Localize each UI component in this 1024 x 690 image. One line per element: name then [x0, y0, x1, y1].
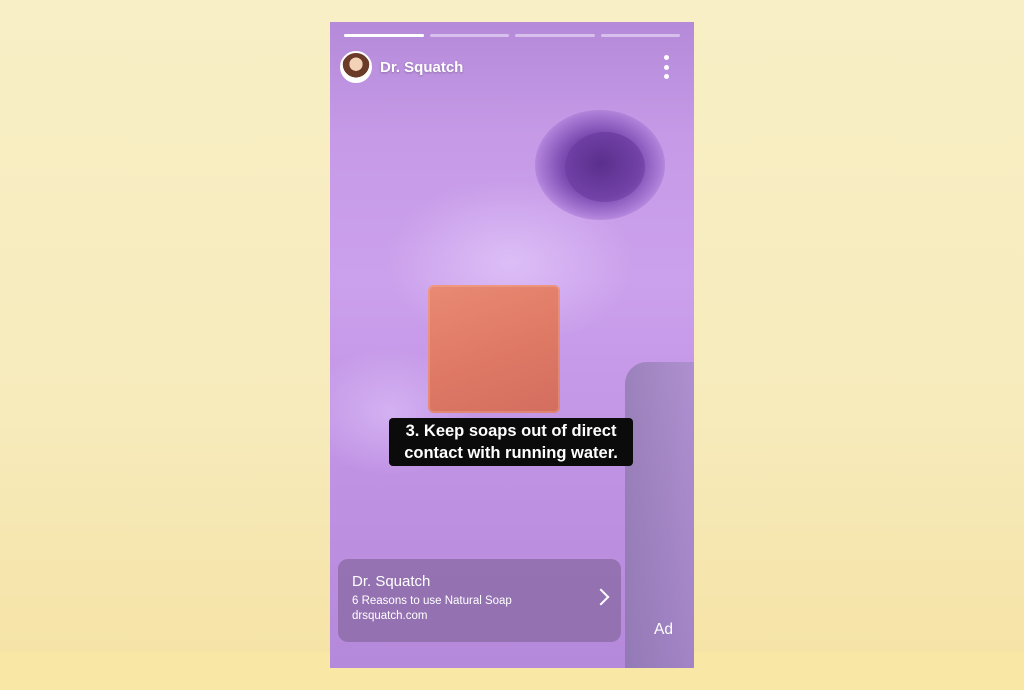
- story-header: Dr. Squatch: [340, 49, 684, 85]
- more-options-icon[interactable]: [660, 55, 672, 79]
- cta-title: Dr. Squatch: [352, 573, 431, 590]
- brand-name[interactable]: Dr. Squatch: [380, 59, 463, 76]
- cta-subtitle: 6 Reasons to use Natural Soap: [352, 595, 512, 607]
- video-caption: 3. Keep soaps out of direct contact with…: [389, 418, 633, 466]
- caption-line-2: contact with running water.: [404, 444, 618, 462]
- ad-cta-card[interactable]: Dr. Squatch 6 Reasons to use Natural Soa…: [338, 559, 621, 642]
- story-viewer[interactable]: Dr. Squatch 3. Keep soaps out of direct …: [330, 22, 694, 668]
- story-progress-bar: [344, 34, 680, 37]
- drain-center: [565, 132, 645, 202]
- brand-avatar[interactable]: [340, 51, 372, 83]
- progress-segment-4: [600, 34, 680, 37]
- progress-segment-1: [344, 34, 424, 37]
- progress-segment-3: [515, 34, 595, 37]
- soap-bar-image: [428, 285, 560, 413]
- cta-url: drsquatch.com: [352, 610, 428, 622]
- caption-line-1: 3. Keep soaps out of direct: [405, 422, 617, 440]
- progress-segment-2: [429, 34, 509, 37]
- ad-label: Ad: [654, 621, 673, 638]
